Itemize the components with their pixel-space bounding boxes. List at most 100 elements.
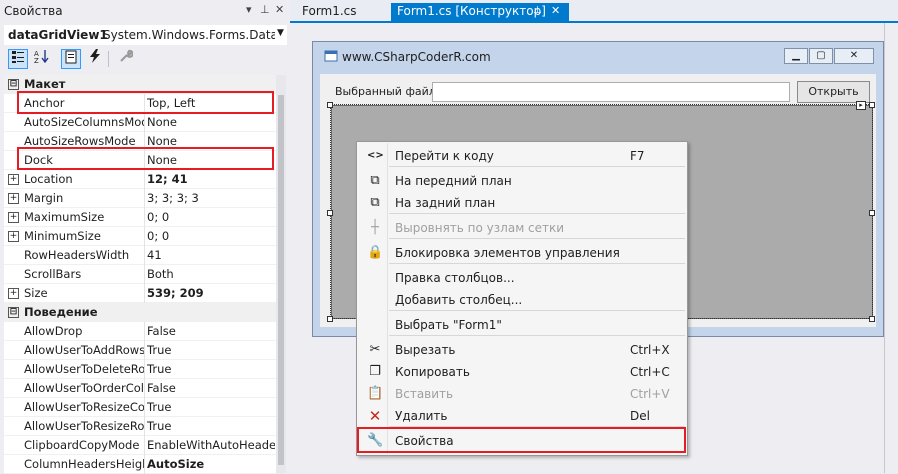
property-row[interactable]: AllowUserToResizeCol True xyxy=(4,398,276,417)
property-value[interactable]: None xyxy=(147,134,275,148)
menu-item-label: На задний план xyxy=(395,196,496,210)
property-row[interactable]: AllowUserToDeleteRov True xyxy=(4,360,276,379)
menu-item[interactable]: ✂ Вырезать Ctrl+X xyxy=(357,339,687,361)
resize-handle-sw[interactable] xyxy=(327,316,333,322)
tab-form1-designer[interactable]: Form1.cs [Конструктор] ⊥ ✕ xyxy=(391,3,569,21)
property-name: MinimumSize xyxy=(24,229,101,243)
expand-icon[interactable]: + xyxy=(8,288,19,299)
property-row[interactable]: + MaximumSize 0; 0 xyxy=(4,208,276,227)
category-name: Макет xyxy=(24,77,66,91)
property-value[interactable]: True xyxy=(147,362,275,376)
file-path-textbox[interactable] xyxy=(432,82,790,102)
menu-item[interactable]: Добавить столбец... xyxy=(357,289,687,311)
menu-item[interactable]: 🔒 Блокировка элементов управления xyxy=(357,242,687,264)
resize-handle-w[interactable] xyxy=(327,210,333,216)
maximize-button[interactable]: ▢ xyxy=(809,48,833,64)
property-row[interactable]: RowHeadersWidth 41 xyxy=(4,246,276,265)
property-row[interactable]: + MinimumSize 0; 0 xyxy=(4,227,276,246)
column-divider xyxy=(144,189,145,208)
minimize-button[interactable]: ▁ xyxy=(784,48,808,64)
property-pages-wrench-icon[interactable] xyxy=(116,49,136,69)
properties-view-icon[interactable] xyxy=(61,49,81,69)
property-value[interactable]: 0; 0 xyxy=(147,229,275,243)
menu-item-label: Блокировка элементов управления xyxy=(395,246,620,260)
property-row[interactable]: ColumnHeadersHeigh AutoSize xyxy=(4,455,276,474)
menu-item-shortcut: Ctrl+C xyxy=(630,365,670,379)
column-divider xyxy=(144,341,145,360)
property-name: AllowUserToResizeRov xyxy=(24,419,144,433)
open-button[interactable]: Открыть xyxy=(797,81,870,103)
property-row[interactable]: AutoSizeColumnsMod None xyxy=(4,113,276,132)
menu-item[interactable]: Выбрать "Form1" xyxy=(357,314,687,336)
tab-form1-cs[interactable]: Form1.cs xyxy=(296,3,363,21)
send-to-back-icon: ⧉ xyxy=(370,195,380,210)
events-lightning-icon[interactable] xyxy=(85,49,105,69)
column-divider xyxy=(144,417,145,436)
resize-handle-ne[interactable] xyxy=(869,102,875,108)
menu-item-shortcut: Ctrl+V xyxy=(630,387,670,401)
pane-dropdown-icon[interactable]: ▾ xyxy=(246,3,252,16)
highlight-anchor-box xyxy=(17,91,274,114)
property-row[interactable]: ScrollBars Both xyxy=(4,265,276,284)
menu-item[interactable]: ❐ Копировать Ctrl+C xyxy=(357,361,687,383)
expand-icon[interactable]: + xyxy=(8,212,19,223)
property-value[interactable]: True xyxy=(147,343,275,357)
smart-tag-arrow-icon[interactable]: ▸ xyxy=(856,101,866,110)
property-row[interactable]: + Margin 3; 3; 3; 3 xyxy=(4,189,276,208)
object-selector[interactable]: dataGridView1 System.Windows.Forms.DataG… xyxy=(4,25,287,45)
pane-pin-icon[interactable]: ⊥ xyxy=(260,3,270,16)
property-value[interactable]: False xyxy=(147,381,275,395)
property-value[interactable]: EnableWithAutoHeaderT xyxy=(147,438,275,452)
property-category[interactable]: ⊟ Поведение xyxy=(4,303,276,322)
chevron-down-icon[interactable]: ▼ xyxy=(277,28,284,38)
column-divider xyxy=(144,170,145,189)
property-value[interactable]: True xyxy=(147,419,275,433)
menu-item[interactable]: ⧉ На задний план xyxy=(357,192,687,214)
property-value[interactable]: 0; 0 xyxy=(147,210,275,224)
property-value[interactable]: 539; 209 xyxy=(147,286,275,300)
property-value[interactable]: None xyxy=(147,115,275,129)
menu-item-label: Перейти к коду xyxy=(395,149,494,163)
property-row[interactable]: AllowUserToOrderColu False xyxy=(4,379,276,398)
property-row[interactable]: AllowDrop False xyxy=(4,322,276,341)
menu-item[interactable]: ⧉ На передний план xyxy=(357,170,687,192)
property-value[interactable]: 3; 3; 3; 3 xyxy=(147,191,275,205)
property-value[interactable]: 41 xyxy=(147,248,275,262)
property-name: AllowDrop xyxy=(24,324,83,338)
expand-icon[interactable]: + xyxy=(8,231,19,242)
property-grid-scroll-thumb[interactable] xyxy=(278,95,284,465)
pane-close-icon[interactable]: ✕ xyxy=(275,3,284,16)
expand-icon[interactable]: + xyxy=(8,174,19,185)
copy-icon: ❐ xyxy=(369,364,381,379)
collapse-icon[interactable]: ⊟ xyxy=(8,79,19,90)
menu-item-shortcut: Del xyxy=(630,409,650,423)
collapse-icon[interactable]: ⊟ xyxy=(8,307,19,318)
menu-item-label: Выбрать "Form1" xyxy=(395,318,502,332)
property-value[interactable]: False xyxy=(147,324,275,338)
context-menu: <> Перейти к коду F7 ⧉ На передний план ⧉ На з… xyxy=(356,141,688,456)
property-row[interactable]: ClipboardCopyMode EnableWithAutoHeaderT xyxy=(4,436,276,455)
menu-item[interactable]: Правка столбцов... xyxy=(357,267,687,289)
tab-close-icon[interactable]: ✕ xyxy=(551,4,560,17)
property-row[interactable]: + Size 539; 209 xyxy=(4,284,276,303)
expand-icon[interactable]: + xyxy=(8,193,19,204)
property-value[interactable]: AutoSize xyxy=(147,457,275,471)
property-value[interactable]: Both xyxy=(147,267,275,281)
property-row[interactable]: + Location 12; 41 xyxy=(4,170,276,189)
resize-handle-nw[interactable] xyxy=(327,102,333,108)
menu-item[interactable]: ✕ Удалить Del xyxy=(357,405,687,427)
property-value[interactable]: True xyxy=(147,400,275,414)
menu-item[interactable]: <> Перейти к коду F7 xyxy=(357,145,687,167)
categorized-view-icon[interactable] xyxy=(8,49,28,69)
property-row[interactable]: AllowUserToAddRows True xyxy=(4,341,276,360)
column-divider xyxy=(144,227,145,246)
bring-to-front-icon: ⧉ xyxy=(370,173,380,188)
property-row[interactable]: AllowUserToResizeRov True xyxy=(4,417,276,436)
property-value[interactable]: 12; 41 xyxy=(147,172,275,186)
alphabetical-sort-icon[interactable]: AZ xyxy=(32,49,52,69)
tab-pin-icon[interactable]: ⊥ xyxy=(533,5,542,16)
property-grid[interactable]: ⊟ Макет Anchor Top, Left AutoSizeColumnsMod N… xyxy=(4,75,276,474)
close-window-button[interactable]: ✕ xyxy=(834,48,874,64)
resize-handle-se[interactable] xyxy=(869,316,875,322)
resize-handle-e[interactable] xyxy=(869,210,875,216)
